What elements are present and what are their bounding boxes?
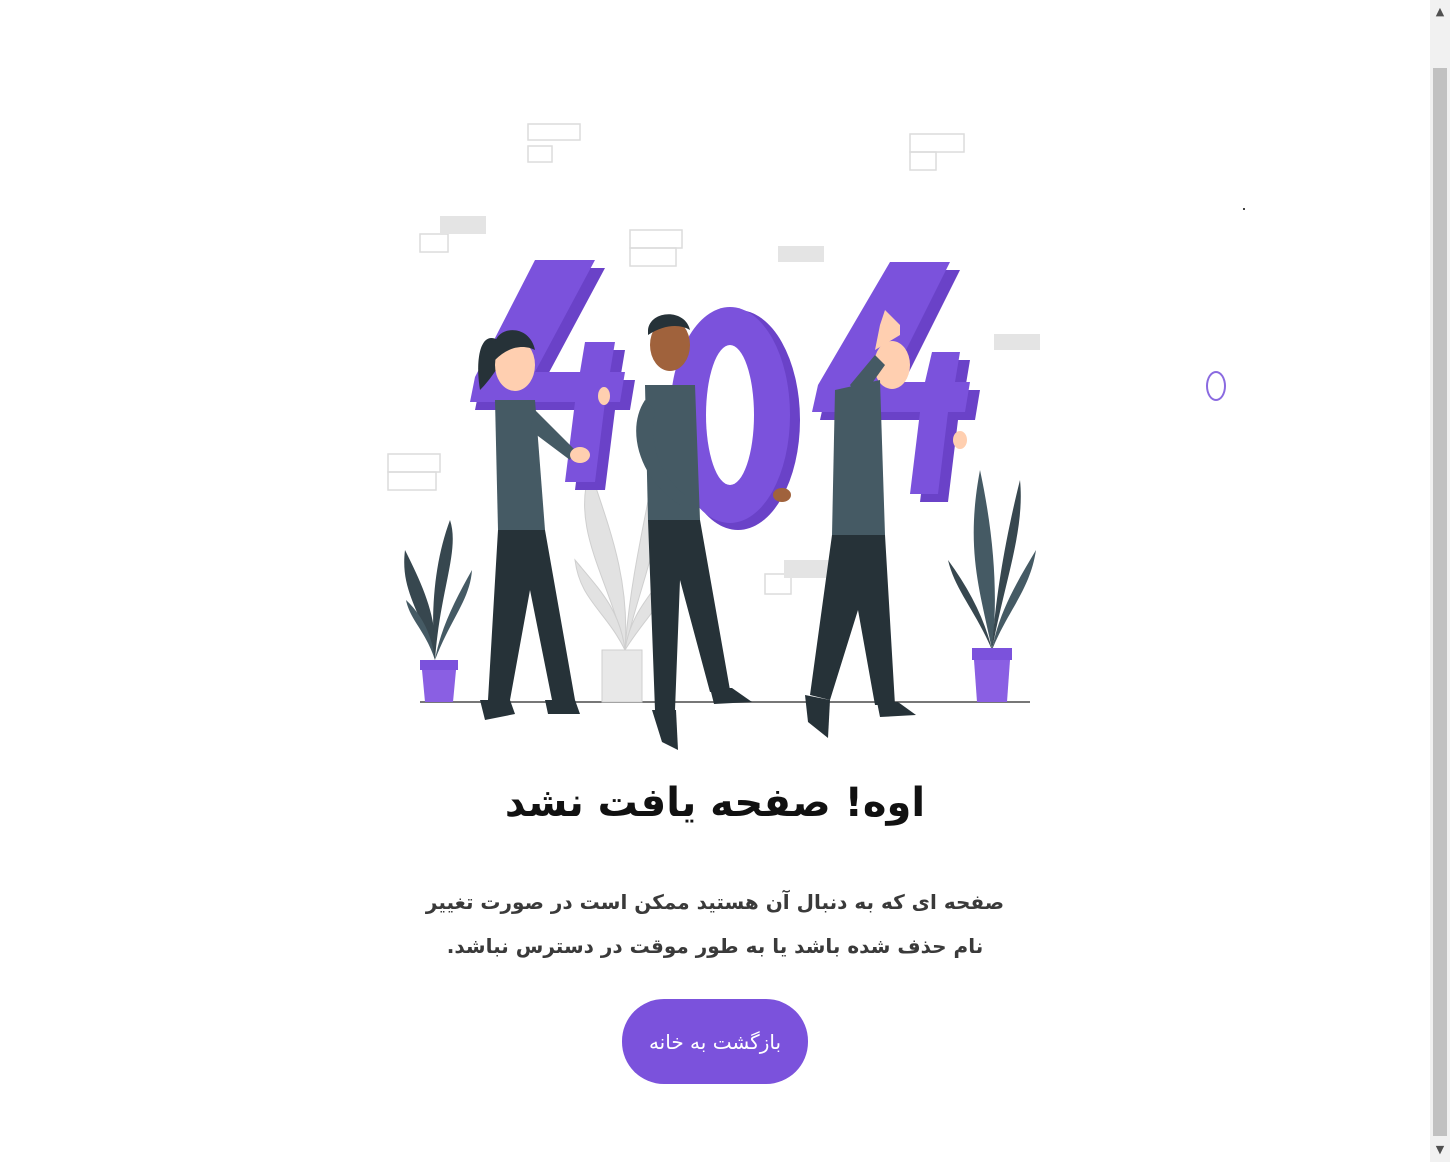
- scroll-up-icon[interactable]: ▲: [1430, 2, 1450, 22]
- right-plant: [948, 470, 1036, 702]
- back-to-home-button[interactable]: بازگشت به خانه: [622, 999, 808, 1084]
- not-found-content: اوه! صفحه یافت نشد صفحه ای که به دنبال آ…: [0, 0, 1430, 1162]
- scrollbar-thumb[interactable]: [1433, 68, 1447, 1136]
- decorative-dot: [1243, 208, 1245, 210]
- left-plant: [404, 520, 472, 702]
- 404-illustration: [387, 123, 1040, 750]
- error-description: صفحه ای که به دنبال آن هستید ممکن است در…: [425, 890, 1005, 958]
- vertical-scrollbar[interactable]: ▲ ▼: [1430, 0, 1450, 1162]
- scroll-down-icon[interactable]: ▼: [1430, 1140, 1450, 1160]
- page: اوه! صفحه یافت نشد صفحه ای که به دنبال آ…: [0, 0, 1450, 1162]
- page-title: اوه! صفحه یافت نشد: [504, 780, 926, 826]
- decorative-ring: [1206, 371, 1226, 401]
- digit-four-left: [470, 260, 635, 490]
